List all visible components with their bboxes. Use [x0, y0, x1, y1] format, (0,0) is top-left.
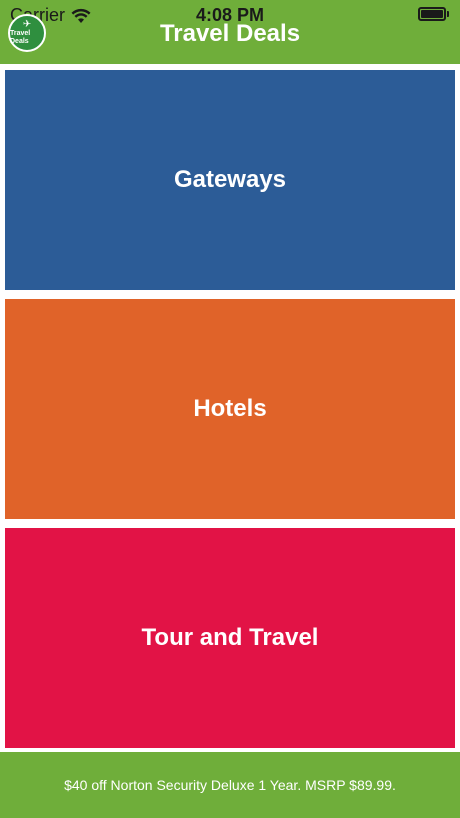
tour-and-travel-label: Tour and Travel: [141, 624, 319, 651]
promo-banner-text: $40 off Norton Security Deluxe 1 Year. M…: [64, 777, 396, 793]
tour-and-travel-tile[interactable]: Tour and Travel: [5, 528, 455, 748]
gateways-tile[interactable]: Gateways: [5, 70, 455, 290]
hotels-label: Hotels: [193, 395, 267, 422]
page-title: Travel Deals: [159, 20, 301, 47]
top-bar: Carrier 4:08 PM ✈ Travel Deals Travel De…: [0, 0, 460, 64]
gateways-label: Gateways: [173, 166, 287, 193]
hotels-tile[interactable]: Hotels: [5, 299, 455, 519]
battery-icon: [418, 7, 450, 21]
battery-fill: [421, 10, 443, 18]
promo-banner[interactable]: $40 off Norton Security Deluxe 1 Year. M…: [0, 752, 460, 818]
